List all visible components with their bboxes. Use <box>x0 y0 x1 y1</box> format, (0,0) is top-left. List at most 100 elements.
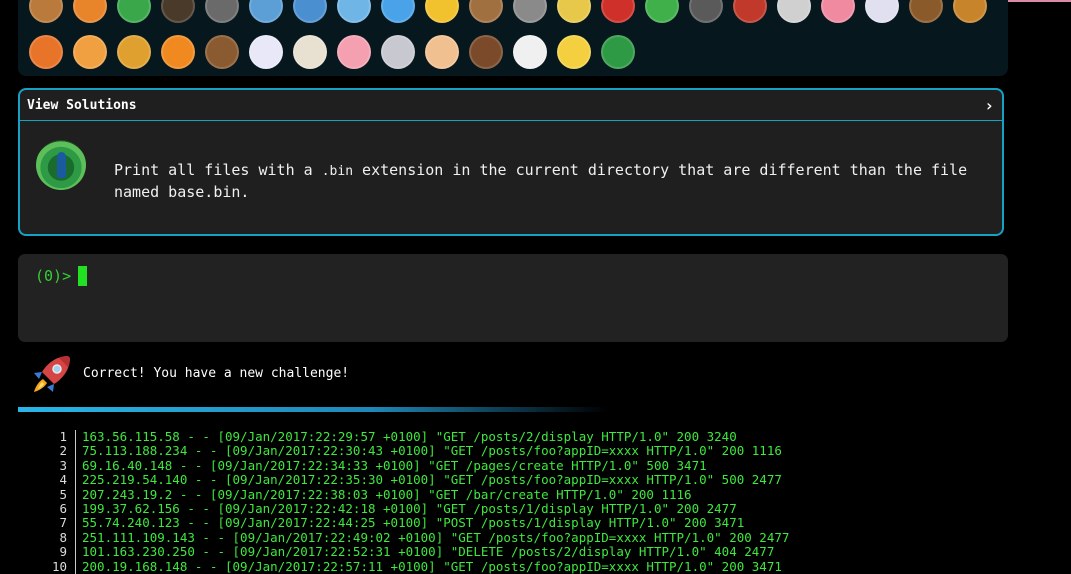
lizard-icon-disc <box>117 0 151 23</box>
ant-icon <box>156 0 200 26</box>
list-item: 10 200.19.168.148 - - [09/Jan/2017:22:57:… <box>0 558 1071 574</box>
wolf-icon <box>508 0 552 26</box>
mouse-icon <box>376 32 420 72</box>
line-number: 10 <box>51 558 67 574</box>
gutter-divider <box>75 458 76 474</box>
challenge-code: .bin <box>321 164 354 179</box>
view-solutions-header[interactable]: View Solutions › <box>20 90 1002 121</box>
monkey-icon-disc <box>909 0 943 23</box>
bear-icon-disc <box>469 35 503 69</box>
shrimp-icon-disc <box>821 0 855 23</box>
bear-icon <box>464 32 508 72</box>
cow-icon <box>288 32 332 72</box>
shrimp-icon <box>816 0 860 26</box>
top-accent-line <box>1008 0 1071 2</box>
panda-icon-disc <box>513 35 547 69</box>
bird-icon-disc <box>557 0 591 23</box>
monkey-icon <box>904 0 948 26</box>
gutter-divider <box>75 487 76 502</box>
bird-icon <box>552 0 596 26</box>
line-text: 69.16.40.148 - - [09/Jan/2017:22:34:33 +… <box>82 457 707 473</box>
lion-icon-disc <box>117 35 151 69</box>
line-text: 101.163.230.250 - - [09/Jan/2017:22:52:3… <box>82 544 775 560</box>
rocket-icon <box>34 356 70 392</box>
gecko-icon <box>640 0 684 26</box>
chevron-right-icon[interactable]: › <box>984 96 994 115</box>
challenge-description: Print all files with a .bin extension in… <box>114 160 984 202</box>
hamster-icon-disc <box>425 35 459 69</box>
dolphin-icon-disc <box>293 0 327 23</box>
list-item: 8 251.111.109.143 - - [09/Jan/2017:22:49:… <box>0 529 1071 546</box>
dolphin-icon <box>288 0 332 26</box>
scorpion-icon <box>728 0 772 26</box>
fox-icon <box>24 32 68 72</box>
tropical-fish-icon-disc <box>425 0 459 23</box>
owl-icon-disc <box>469 0 503 23</box>
unicorn-face-icon <box>860 0 904 26</box>
shark-icon <box>244 0 288 26</box>
shark-icon-disc <box>249 0 283 23</box>
rabbit-icon <box>772 0 816 26</box>
peacock-icon <box>36 140 86 190</box>
terminal-cursor <box>78 266 87 286</box>
line-text: 55.74.240.123 - - [09/Jan/2017:22:44:25 … <box>82 515 745 531</box>
line-text: 225.219.54.140 - - [09/Jan/2017:22:35:30… <box>82 472 782 488</box>
wolf-icon-disc <box>513 0 547 23</box>
owl-icon <box>464 0 508 26</box>
status-message: Correct! You have a new challenge! <box>83 366 350 381</box>
line-number: 9 <box>59 544 67 560</box>
peacock-icon <box>596 32 640 72</box>
whale-icon <box>332 0 376 26</box>
spider-web-icon-disc <box>205 0 239 23</box>
line-number: 4 <box>59 472 67 488</box>
tropical-fish-icon <box>420 0 464 26</box>
line-number: 6 <box>59 500 67 516</box>
scorpion-icon-disc <box>733 0 767 23</box>
hatching-chick-icon <box>552 32 596 72</box>
list-item: 7 55.74.240.123 - - [09/Jan/2017:22:44:25… <box>0 515 1071 531</box>
line-number: 2 <box>59 443 67 459</box>
gutter-divider <box>75 559 76 574</box>
snail-icon-disc <box>29 0 63 23</box>
hatching-chick-icon-disc <box>557 35 591 69</box>
tiger-icon <box>156 32 200 72</box>
pig-icon <box>332 32 376 72</box>
line-text: 163.56.115.58 - - [09/Jan/2017:22:29:57 … <box>82 429 737 444</box>
line-number: 7 <box>59 515 67 531</box>
horse-icon <box>200 32 244 72</box>
line-text: 200.19.168.148 - - [09/Jan/2017:22:57:11… <box>82 558 782 574</box>
badge-row-1 <box>24 0 992 26</box>
spider-web-icon <box>200 0 244 26</box>
badge-panel <box>18 0 1008 76</box>
fox-icon-disc <box>29 35 63 69</box>
cat-icon <box>68 32 112 72</box>
snail-icon <box>24 0 68 26</box>
line-text: 207.243.19.2 - - [09/Jan/2017:22:38:03 +… <box>82 486 692 502</box>
hamster-icon <box>420 32 464 72</box>
gutter-divider <box>75 473 76 488</box>
rabbit-icon-disc <box>777 0 811 23</box>
mosquito-icon <box>684 0 728 26</box>
gutter-divider <box>75 501 76 517</box>
line-number: 5 <box>59 486 67 502</box>
line-number: 3 <box>59 457 67 473</box>
mosquito-icon-disc <box>689 0 723 23</box>
line-number: 1 <box>59 429 67 444</box>
unicorn-icon <box>244 32 288 72</box>
list-item: 6 199.37.62.156 - - [09/Jan/2017:22:42:18… <box>0 500 1071 517</box>
whale-icon-disc <box>337 0 371 23</box>
gutter-divider <box>75 530 76 546</box>
gutter-divider <box>75 516 76 531</box>
list-item: 1 163.56.115.58 - - [09/Jan/2017:22:29:57… <box>0 429 1071 445</box>
terminal-input[interactable]: (0)> <box>18 254 1008 342</box>
line-number: 8 <box>59 529 67 545</box>
view-solutions-label: View Solutions <box>27 97 137 113</box>
challenge-text-before: Print all files with a <box>114 161 322 179</box>
dog-icon-disc <box>953 0 987 23</box>
challenge-panel: View Solutions › Print all files with a … <box>18 88 1004 236</box>
horse-icon-disc <box>205 35 239 69</box>
file-listing: 1 163.56.115.58 - - [09/Jan/2017:22:29:57… <box>0 429 1071 574</box>
peacock-icon-disc <box>601 35 635 69</box>
line-text: 199.37.62.156 - - [09/Jan/2017:22:42:18 … <box>82 500 737 516</box>
terminal-prompt: (0)> <box>35 267 72 285</box>
